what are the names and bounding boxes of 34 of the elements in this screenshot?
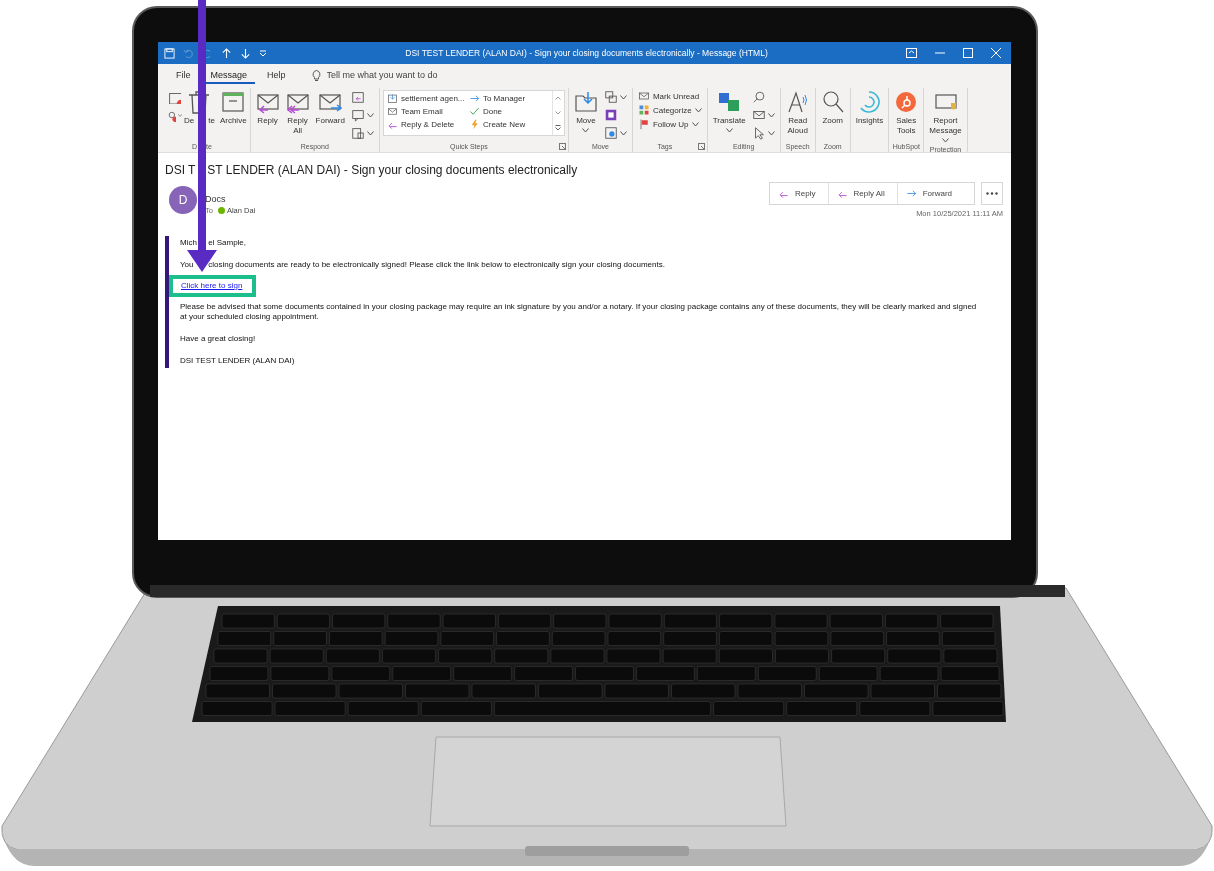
- quick-step-item[interactable]: Team Email: [385, 105, 468, 118]
- ribbon-button[interactable]: Read Aloud: [783, 88, 812, 138]
- sender-name: Docs: [205, 193, 227, 204]
- body-paragraph: DSI TEST LENDER (ALAN DAI): [180, 356, 296, 366]
- ribbon-row-button[interactable]: Mark Unread: [635, 90, 704, 102]
- ribbon-tab[interactable]: Help: [259, 66, 294, 84]
- body-paragraph: You closing documents are ready to be electronically signed! Please click the link below to electronically sign your closing documents.: [180, 260, 666, 270]
- ribbon-button[interactable]: Archive: [219, 88, 247, 128]
- ribbon-button[interactable]: Forward: [313, 88, 347, 128]
- ribbon-button[interactable]: Move: [571, 88, 600, 135]
- quick-step-item[interactable]: To Manager: [467, 92, 550, 105]
- tell-me-field[interactable]: Tell me what you want to do: [326, 70, 487, 80]
- ribbon-button[interactable]: Translate: [710, 88, 748, 135]
- ribbon-button[interactable]: Sales Tools: [892, 88, 921, 138]
- ribbon-row-button[interactable]: Follow Up: [635, 118, 704, 130]
- sign-link[interactable]: Click here to sign: [181, 281, 243, 290]
- ribbon-button[interactable]: Reply All: [283, 88, 312, 138]
- ribbon-button[interactable]: Zoom: [818, 88, 847, 128]
- window-title: DSI TEST LENDER (ALAN DAI) - Sign your closing documents electronically - Message (HTML): [404, 48, 769, 58]
- message-subject: DSI T ST LENDER (ALAN DAI) - Sign your closing documents electronically: [165, 163, 579, 177]
- sender-avatar: D: [169, 186, 197, 214]
- body-paragraph: Mich el Sample,: [180, 238, 248, 248]
- quick-step-item[interactable]: Reply & Delete: [385, 118, 468, 131]
- ribbon-button[interactable]: Insights: [853, 88, 886, 128]
- quick-step-item[interactable]: Done: [467, 105, 550, 118]
- ribbon-tab[interactable]: Message: [202, 66, 256, 84]
- quick-step-item[interactable]: settlement agen...: [385, 92, 468, 105]
- ribbon-row-button[interactable]: Categorize: [635, 104, 704, 116]
- ribbon-button[interactable]: Reply: [253, 88, 282, 128]
- quick-step-item[interactable]: Create New: [467, 118, 550, 131]
- ribbon-button[interactable]: Report Message: [927, 88, 964, 145]
- body-paragraph: Have a great closing!: [180, 334, 257, 344]
- body-paragraph: Please be advised that some documents contained in your closing package may require an ink signature by you and/or a notary. If your closing package contains any of these documents, they will be clearly marked and signed at your scheduled closing appointment.: [180, 302, 978, 322]
- ribbon-tab[interactable]: File: [168, 66, 199, 84]
